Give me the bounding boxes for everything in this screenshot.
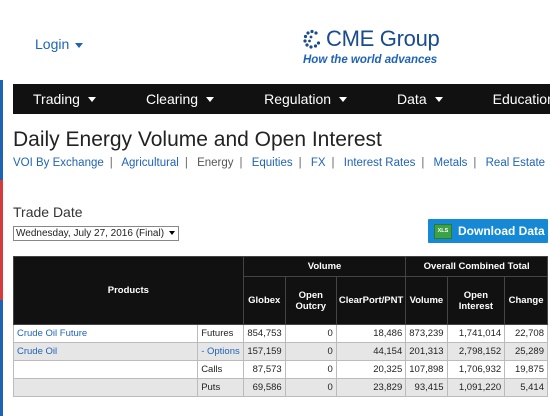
chevron-down-icon — [206, 96, 215, 102]
col-clearport: ClearPort/PNT — [335, 276, 407, 325]
cell-clearport: 18,486 — [335, 324, 407, 343]
col-globex: Globex — [242, 276, 286, 325]
product-link[interactable]: Crude Oil Future — [17, 328, 87, 339]
cell-volume: 93,415 — [405, 378, 448, 397]
overall-total-header: Overall Combined Total — [405, 256, 548, 277]
cell-open-interest: 1,706,932 — [446, 360, 506, 379]
nav-label: Trading — [33, 91, 80, 107]
table-row: Calls 87,573 0 20,325 107,898 1,706,932 … — [12, 360, 548, 379]
subnav-real-estate[interactable]: Real Estate — [486, 157, 545, 169]
col-volume: Volume — [405, 276, 448, 325]
main-nav: Trading Clearing Regulation Data Educati… — [13, 84, 550, 114]
subnav-agricultural[interactable]: Agricultural — [121, 157, 179, 169]
subnav-interest-rates[interactable]: Interest Rates — [344, 157, 416, 169]
cme-globe-icon — [303, 29, 321, 49]
product-cell — [12, 378, 198, 397]
nav-item-clearing[interactable]: Clearing — [126, 91, 215, 107]
cell-volume: 873,239 — [405, 324, 448, 343]
trade-date-value: Wednesday, July 27, 2016 (Final) — [16, 228, 165, 239]
volume-header: Volume — [242, 256, 407, 277]
table-row: Crude Oil - Options 157,159 0 44,154 201… — [12, 342, 548, 361]
product-cell — [12, 360, 198, 379]
download-data-button[interactable]: XLS Download Data — [428, 219, 548, 243]
xls-file-icon: XLS — [434, 223, 452, 239]
nav-item-education[interactable]: Education — [473, 91, 550, 107]
cell-volume: 201,313 — [405, 342, 448, 361]
cell-outcry: 0 — [284, 378, 337, 397]
trade-date-label: Trade Date — [13, 204, 83, 220]
row-type: Puts — [197, 378, 244, 397]
cme-logo[interactable]: CME Group How the world advances — [302, 26, 462, 66]
cell-open-interest: 1,091,220 — [446, 378, 506, 397]
nav-label: Education — [492, 91, 550, 107]
nav-item-data[interactable]: Data — [377, 91, 443, 107]
table-row: Puts 69,586 0 23,829 93,415 1,091,220 5,… — [12, 378, 548, 397]
left-edge-strip — [0, 0, 3, 416]
chevron-down-icon — [75, 42, 84, 48]
download-label: Download Data — [458, 224, 545, 238]
nav-label: Regulation — [264, 91, 332, 107]
subnav-fx[interactable]: FX — [311, 157, 326, 169]
dropdown-arrow-icon — [169, 231, 175, 235]
table-row: Crude Oil Future Futures 854,753 0 18,48… — [12, 324, 548, 343]
chevron-down-icon — [434, 96, 443, 102]
nav-label: Clearing — [145, 91, 199, 107]
product-link[interactable]: Crude Oil — [17, 346, 57, 357]
col-change: Change — [504, 276, 548, 325]
cell-globex: 157,159 — [242, 342, 286, 361]
chevron-down-icon — [339, 96, 348, 102]
cell-clearport: 44,154 — [335, 342, 407, 361]
col-open-interest: Open Interest — [446, 276, 506, 325]
row-type: Futures — [197, 324, 244, 343]
cell-open-interest: 2,798,152 — [446, 342, 506, 361]
col-open-outcry: Open Outcry — [284, 276, 337, 325]
cell-outcry: 0 — [284, 324, 337, 343]
logo-tagline: How the world advances — [303, 54, 438, 66]
subnav-energy-current: Energy — [197, 157, 234, 169]
cell-change: 5,414 — [504, 378, 548, 397]
nav-label: Data — [397, 91, 427, 107]
page-title: Daily Energy Volume and Open Interest — [13, 128, 382, 151]
cell-globex: 69,586 — [242, 378, 286, 397]
login-label: Login — [35, 36, 70, 52]
chevron-down-icon — [87, 96, 96, 102]
nav-item-regulation[interactable]: Regulation — [244, 91, 348, 107]
volume-oi-table: Products Volume Overall Combined Total G… — [12, 256, 548, 397]
cell-change: 25,289 — [504, 342, 548, 361]
logo-name: CME Group — [326, 26, 440, 51]
cell-clearport: 23,829 — [335, 378, 407, 397]
subnav-metals[interactable]: Metals — [434, 157, 468, 169]
cell-globex: 87,573 — [242, 360, 286, 379]
row-type: Calls — [197, 360, 244, 379]
trade-date-select[interactable]: Wednesday, July 27, 2016 (Final) — [13, 226, 179, 241]
cell-change: 19,875 — [504, 360, 548, 379]
cell-clearport: 20,325 — [335, 360, 407, 379]
options-toggle-link[interactable]: - Options — [201, 346, 240, 357]
cell-globex: 854,753 — [242, 324, 286, 343]
subnav-equities[interactable]: Equities — [252, 157, 293, 169]
cell-outcry: 0 — [284, 360, 337, 379]
subnav-voi-by-exchange[interactable]: VOI By Exchange — [13, 157, 104, 169]
login-menu[interactable]: Login — [35, 36, 84, 52]
nav-item-trading[interactable]: Trading — [13, 91, 96, 107]
cell-volume: 107,898 — [405, 360, 448, 379]
cell-outcry: 0 — [284, 342, 337, 361]
asset-class-nav: VOI By Exchange | Agricultural | Energy | E… — [13, 157, 546, 169]
cell-change: 22,708 — [504, 324, 548, 343]
cell-open-interest: 1,741,014 — [446, 324, 506, 343]
products-header: Products — [13, 256, 244, 325]
